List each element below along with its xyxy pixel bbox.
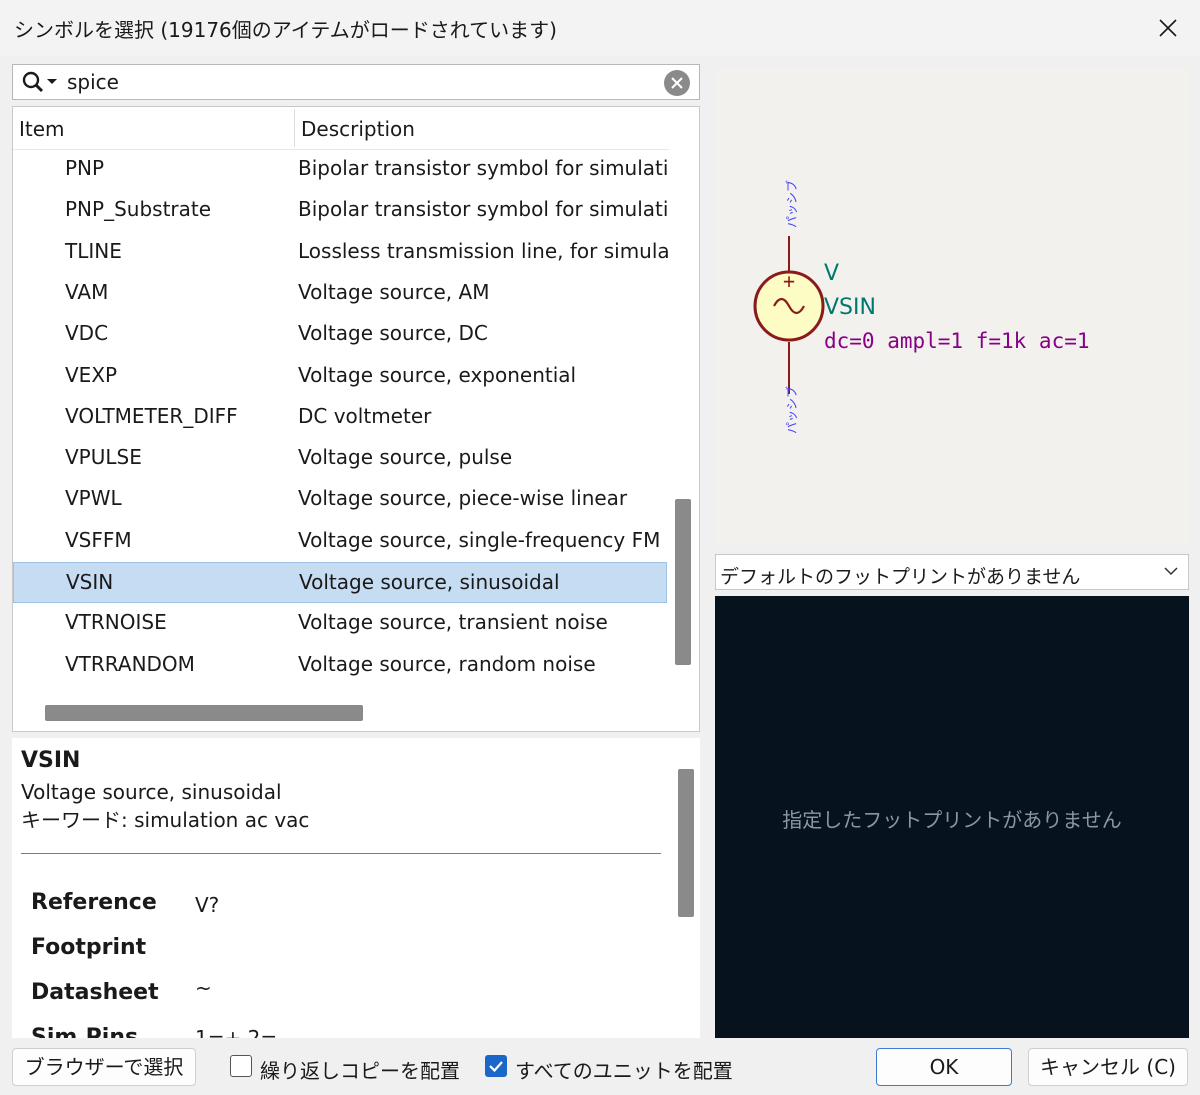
row-description: Voltage source, pulse [298, 445, 513, 470]
row-item-name: VSFFM [65, 527, 132, 552]
title-bar: シンボルを選択 (19176個のアイテムがロードされています) [0, 0, 1200, 56]
browse-button[interactable]: ブラウザーで選択 [12, 1048, 196, 1086]
field-label-footprint: Footprint [31, 935, 147, 960]
column-header-item[interactable]: Item [19, 117, 65, 141]
field-value-reference: V? [195, 893, 220, 917]
table-row[interactable]: VSFFM Voltage source, single-frequency FM [13, 521, 667, 562]
footprint-preview[interactable]: 指定したフットプリントがありません [715, 596, 1189, 1038]
ok-button[interactable]: OK [876, 1048, 1012, 1086]
repeat-copy-checkbox[interactable] [230, 1055, 252, 1077]
row-description: Voltage source, random noise [298, 651, 596, 676]
close-icon [1159, 19, 1177, 37]
row-item-name: TLINE [65, 238, 122, 263]
checkmark-icon [489, 1061, 503, 1073]
row-description: Voltage source, DC [298, 321, 488, 346]
footprint-select[interactable]: デフォルトのフットプリントがありません [715, 554, 1189, 590]
row-description: Bipolar transistor symbol for simulatic [298, 197, 668, 222]
field-label-reference: Reference [31, 890, 157, 915]
footprint-select-value: デフォルトのフットプリントがありません [720, 566, 1081, 588]
field-value-datasheet: ~ [195, 976, 212, 1000]
table-row[interactable]: VPULSE Voltage source, pulse [13, 438, 667, 479]
repeat-copy-label[interactable]: 繰り返しコピーを配置 [260, 1055, 460, 1084]
cancel-button[interactable]: キャンセル (C) [1028, 1048, 1188, 1086]
table-row[interactable]: TLINE Lossless transmission line, for sim… [13, 232, 668, 273]
clear-search-icon[interactable] [664, 70, 690, 96]
row-description: Voltage source, exponential [298, 362, 577, 387]
table-row[interactable]: VEXP Voltage source, exponential [13, 356, 667, 397]
footprint-empty-message: 指定したフットプリントがありません [782, 808, 1122, 832]
search-box [12, 64, 700, 100]
plus-sign-label: + [783, 269, 795, 293]
details-symbol-name: VSIN [21, 748, 81, 773]
field-label-datasheet: Datasheet [31, 980, 159, 1005]
details-divider [21, 853, 661, 854]
search-icon[interactable] [21, 70, 61, 94]
row-item-name: VAM [65, 279, 109, 304]
row-item-name: VSIN [66, 570, 114, 594]
window-title: シンボルを選択 (19176個のアイテムがロードされています) [14, 18, 557, 42]
row-item-name: VPULSE [65, 445, 142, 470]
row-description: Voltage source, AM [298, 279, 490, 304]
table-row[interactable]: VAM Voltage source, AM [13, 273, 667, 314]
tree-rows: PNP Bipolar transistor symbol for simulat… [13, 149, 669, 691]
details-keywords: キーワード: simulation ac vac [21, 808, 310, 832]
all-units-checkbox[interactable] [485, 1055, 507, 1077]
symbol-preview-canvas: + パッシブ パッシブ V VSIN dc=0 ampl=1 f=1k ac=1 [753, 180, 1090, 434]
symbol-tree: Item Description PNP Bipolar transistor s… [12, 106, 700, 732]
pin-type-label-bottom: パッシブ [784, 386, 799, 434]
column-header-description[interactable]: Description [301, 117, 415, 141]
row-item-name: VTRRANDOM [65, 651, 195, 676]
details-vertical-scrollbar[interactable] [678, 769, 694, 917]
field-label-sim-pins: Sim.Pins [31, 1025, 139, 1038]
value-label: VSIN [824, 295, 876, 320]
field-value-sim-pins: 1=+ 2=- [195, 1026, 285, 1038]
tree-header: Item Description [13, 107, 669, 150]
symbol-preview[interactable]: + パッシブ パッシブ V VSIN dc=0 ampl=1 f=1k ac=1 [715, 68, 1189, 546]
pin-type-label-top: パッシブ [784, 180, 799, 228]
chevron-down-icon [1164, 567, 1178, 576]
column-divider[interactable] [294, 109, 295, 147]
row-description: Voltage source, piece-wise linear [298, 486, 628, 511]
row-item-name: PNP_Substrate [65, 197, 212, 222]
row-description: Bipolar transistor symbol for simulatic [298, 156, 668, 180]
row-description: DC voltmeter [298, 403, 432, 428]
row-item-name: VTRNOISE [65, 610, 167, 635]
tree-vertical-scrollbar[interactable] [675, 499, 691, 665]
row-item-name: VPWL [65, 486, 122, 511]
row-item-name: VDC [65, 321, 109, 346]
row-item-name: VOLTMETER_DIFF [65, 403, 238, 428]
sim-params-label: dc=0 ampl=1 f=1k ac=1 [824, 329, 1090, 353]
table-row[interactable]: VTRNOISE Voltage source, transient noise [13, 603, 667, 644]
table-row[interactable]: PNP_Substrate Bipolar transistor symbol f… [13, 190, 668, 231]
table-row[interactable]: VPWL Voltage source, piece-wise linear [13, 479, 667, 520]
table-row[interactable]: PNP Bipolar transistor symbol for simulat… [13, 149, 668, 190]
table-row[interactable]: VDC Voltage source, DC [13, 314, 667, 355]
search-input[interactable] [67, 69, 647, 95]
details-description: Voltage source, sinusoidal [21, 780, 282, 804]
table-row-selected[interactable]: VSIN Voltage source, sinusoidal [13, 562, 667, 603]
row-description: Voltage source, single-frequency FM [298, 527, 661, 552]
row-description: Lossless transmission line, for simulat [298, 238, 668, 263]
row-description: Voltage source, sinusoidal [299, 570, 560, 594]
table-row[interactable]: VTRRANDOM Voltage source, random noise [13, 645, 667, 686]
reference-label: V [824, 261, 839, 286]
symbol-details: VSIN Voltage source, sinusoidal キーワード: s… [12, 738, 700, 1038]
close-button[interactable] [1150, 10, 1186, 46]
all-units-label[interactable]: すべてのユニットを配置 [515, 1055, 733, 1084]
row-description: Voltage source, transient noise [298, 610, 608, 635]
table-row[interactable]: VOLTMETER_DIFF DC voltmeter [13, 397, 667, 438]
row-item-name: VEXP [65, 362, 118, 387]
row-item-name: PNP [65, 156, 105, 180]
tree-horizontal-scrollbar[interactable] [45, 705, 363, 721]
